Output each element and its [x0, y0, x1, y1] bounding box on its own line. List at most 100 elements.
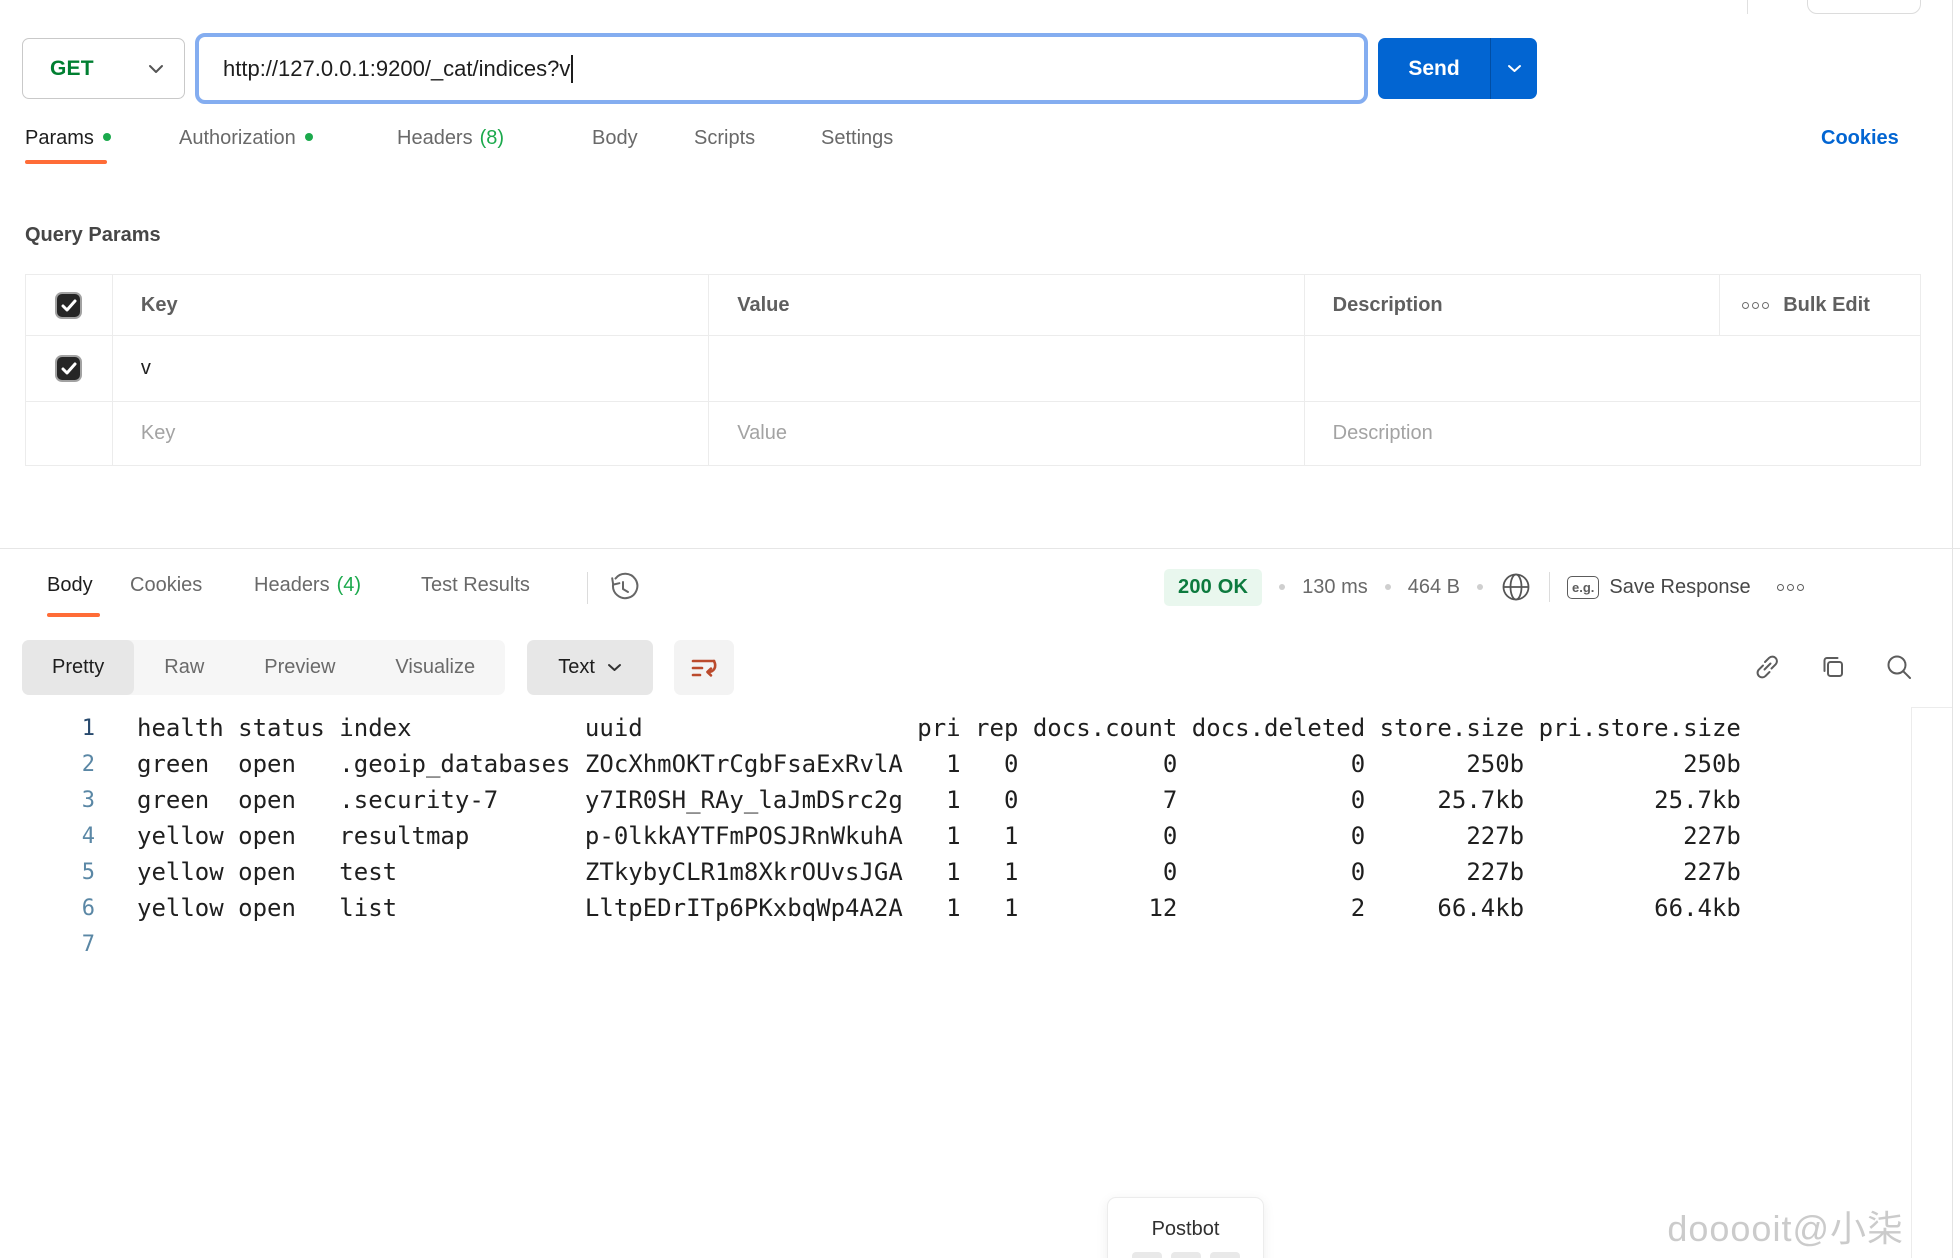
status-badge[interactable]: 200 OK [1164, 569, 1262, 606]
url-text: http://127.0.0.1:9200/_cat/indices?v [223, 56, 570, 82]
query-params-table: Key Value Description Bulk Edit v Key [25, 274, 1921, 466]
response-tab-cookies[interactable]: Cookies [130, 574, 202, 597]
row-select-cell [26, 402, 113, 465]
scrollbar-track-edge [1911, 707, 1952, 708]
wrap-line-button[interactable] [674, 640, 734, 695]
search-body-button[interactable] [1884, 652, 1914, 682]
param-description-field[interactable]: Description [1305, 402, 1920, 465]
tab-headers[interactable]: Headers(8) [397, 127, 504, 150]
copy-link-button[interactable] [1752, 652, 1782, 682]
param-row: v [26, 336, 1920, 402]
active-tab-underline [25, 160, 107, 164]
response-body-editor[interactable]: 1health status index uuid pri rep docs.c… [25, 710, 1741, 962]
code-text: yellow open list LltpEDrITp6PKxbqWp4A2A … [137, 894, 1741, 922]
response-more-actions[interactable] [1777, 584, 1804, 591]
unsaved-dot [103, 133, 111, 141]
code-line[interactable]: 7 [25, 926, 1741, 962]
select-all-cell [26, 275, 113, 335]
line-number: 4 [25, 824, 95, 849]
code-line[interactable]: 1health status index uuid pri rep docs.c… [25, 710, 1741, 746]
search-icon [1884, 652, 1914, 682]
send-options-dropdown[interactable] [1491, 64, 1537, 73]
scrollbar-track[interactable] [1911, 707, 1912, 1258]
param-value-field[interactable] [709, 336, 1304, 401]
wrap-line-icon [690, 655, 718, 681]
meta-separator-dot [1385, 584, 1391, 590]
code-text: health status index uuid pri rep docs.co… [137, 714, 1741, 742]
code-text: green open .security-7 y7IR0SH_RAy_laJmD… [137, 786, 1741, 814]
tab-label: Settings [821, 127, 893, 149]
link-icon [1752, 652, 1782, 682]
response-tab-headers[interactable]: Headers(4) [254, 574, 361, 597]
view-tab-preview[interactable]: Preview [234, 640, 365, 695]
save-response-button[interactable]: Save Response [1609, 576, 1750, 599]
tab-count: (4) [337, 574, 361, 596]
code-actions [1752, 652, 1914, 682]
meta-divider [1549, 572, 1550, 602]
tab-label: Headers [397, 127, 473, 149]
format-label: Text [558, 656, 595, 679]
tab-label: Authorization [179, 127, 296, 149]
format-select[interactable]: Text [527, 640, 653, 695]
tab-body[interactable]: Body [592, 127, 638, 150]
url-input[interactable]: http://127.0.0.1:9200/_cat/indices?v [195, 33, 1368, 104]
response-size[interactable]: 464 B [1408, 576, 1460, 599]
method-select[interactable]: GET [22, 38, 185, 99]
response-time[interactable]: 130 ms [1302, 576, 1368, 599]
tab-label: Cookies [130, 574, 202, 596]
tab-label: Body [47, 574, 93, 596]
param-description-field[interactable] [1305, 336, 1920, 401]
line-number: 2 [25, 752, 95, 777]
network-globe-icon[interactable] [1500, 571, 1532, 603]
param-key-field[interactable]: v [113, 336, 709, 401]
line-number: 5 [25, 860, 95, 885]
code-text: yellow open test ZTkybyCLR1m8XkrOUvsJGA … [137, 858, 1741, 886]
view-tab-raw[interactable]: Raw [134, 640, 234, 695]
cookies-link[interactable]: Cookies [1821, 127, 1899, 150]
copy-body-button[interactable] [1818, 652, 1848, 682]
tab-settings[interactable]: Settings [821, 127, 893, 150]
select-all-checkbox[interactable] [55, 292, 82, 319]
postbot-button[interactable]: Postbot [1107, 1197, 1264, 1258]
toolbar-button-partial[interactable] [1807, 0, 1921, 14]
history-clock-icon [607, 572, 639, 604]
param-row-empty: Key Value Description [26, 402, 1920, 466]
bulk-edit-button[interactable]: Bulk Edit [1720, 275, 1920, 335]
tab-scripts[interactable]: Scripts [694, 127, 755, 150]
active-response-tab-underline [47, 613, 100, 617]
param-value-field[interactable]: Value [709, 402, 1304, 465]
example-badge-icon: e.g. [1567, 576, 1599, 599]
response-meta: 200 OK 130 ms 464 B e.g. Save Response [1164, 565, 1804, 609]
code-line[interactable]: 6yellow open list LltpEDrITp6PKxbqWp4A2A… [25, 890, 1741, 926]
text-caret [571, 55, 573, 83]
code-line[interactable]: 2green open .geoip_databases ZOcXhmOKTrC… [25, 746, 1741, 782]
toolbar-divider [1747, 0, 1748, 14]
postman-app: GET http://127.0.0.1:9200/_cat/indices?v… [0, 0, 1960, 1258]
row-checkbox[interactable] [55, 355, 82, 382]
response-tab-body[interactable]: Body [47, 574, 93, 597]
meta-separator-dot [1477, 584, 1483, 590]
check-icon [61, 362, 77, 375]
param-key-field[interactable]: Key [113, 402, 709, 465]
response-tab-test-results[interactable]: Test Results [421, 574, 530, 597]
send-button[interactable]: Send [1378, 38, 1537, 99]
code-line[interactable]: 3green open .security-7 y7IR0SH_RAy_laJm… [25, 782, 1741, 818]
tab-params[interactable]: Params [25, 127, 111, 150]
response-view-toolbar: Pretty Raw Preview Visualize Text [22, 640, 734, 695]
chevron-down-icon [607, 663, 622, 672]
code-line[interactable]: 5 yellow open test ZTkybyCLR1m8XkrOUvsJGA… [25, 854, 1741, 890]
view-tab-visualize[interactable]: Visualize [365, 640, 505, 695]
send-label: Send [1378, 57, 1490, 81]
response-history-button[interactable] [607, 572, 639, 604]
bulk-edit-icon [1742, 302, 1769, 309]
view-tab-pretty[interactable]: Pretty [22, 640, 134, 695]
response-tabs-divider [587, 572, 588, 604]
bulk-edit-label: Bulk Edit [1783, 294, 1870, 317]
copy-icon [1818, 652, 1848, 682]
watermark: dooooit@小柒 [1667, 1200, 1904, 1252]
code-text: yellow open resultmap p-0lkkAYTFmPOSJRnW… [137, 822, 1741, 850]
column-header-description: Description [1305, 275, 1721, 335]
tab-authorization[interactable]: Authorization [179, 127, 313, 150]
code-line[interactable]: 4 yellow open resultmap p-0lkkAYTFmPOSJRn… [25, 818, 1741, 854]
tab-label: Params [25, 127, 94, 149]
